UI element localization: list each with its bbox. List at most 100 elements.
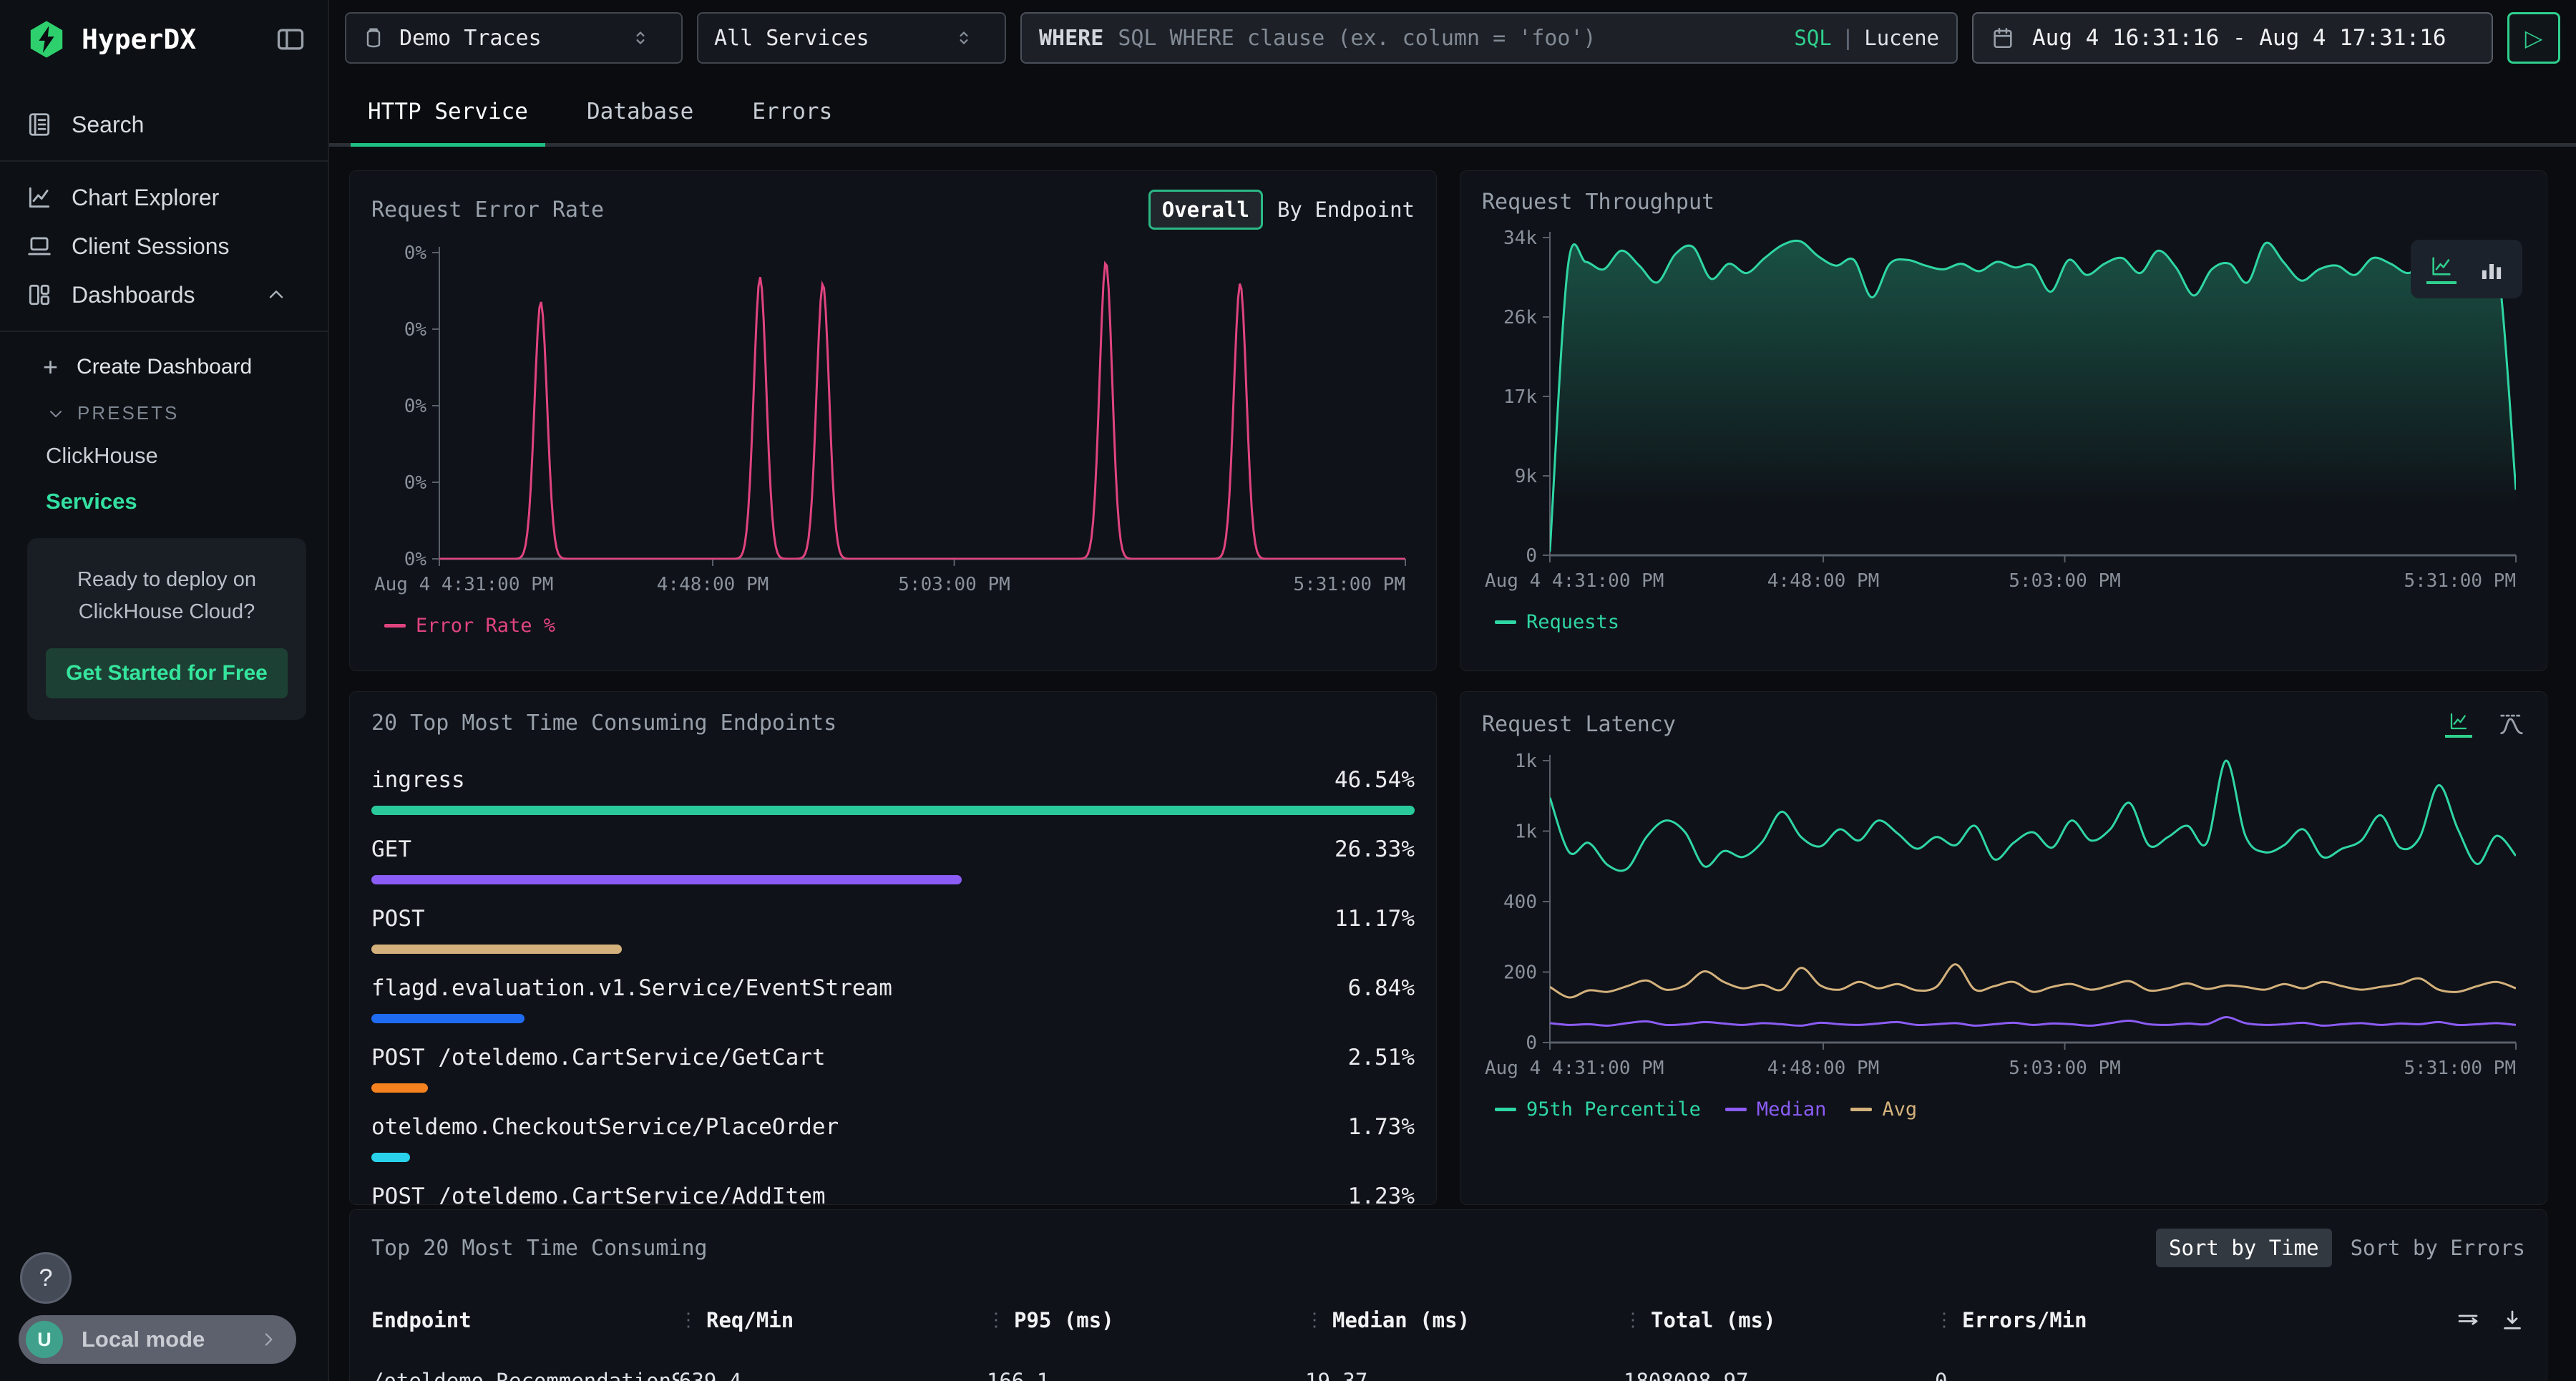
tab-database[interactable]: Database bbox=[570, 83, 711, 143]
error-rate-legend: Error Rate % bbox=[371, 615, 1415, 637]
drag-handle-icon[interactable]: ⋮ bbox=[1935, 1309, 1953, 1331]
time-range-picker[interactable]: Aug 4 16:31:16 - Aug 4 17:31:16 bbox=[1972, 12, 2493, 64]
sort-by-time-button[interactable]: Sort by Time bbox=[2156, 1229, 2332, 1267]
column-label: Total (ms) bbox=[1651, 1308, 1776, 1332]
endpoint-bar bbox=[371, 1083, 428, 1093]
download-icon[interactable] bbox=[2499, 1307, 2525, 1333]
svg-text:5:03:00 PM: 5:03:00 PM bbox=[2009, 1058, 2121, 1079]
wrap-lines-icon[interactable] bbox=[2455, 1307, 2481, 1333]
language-sql-toggle[interactable]: SQL bbox=[1794, 26, 1831, 50]
sidebar-item-chart-explorer[interactable]: Chart Explorer bbox=[0, 173, 328, 222]
run-query-button[interactable]: ▷ bbox=[2507, 12, 2560, 64]
drag-handle-icon[interactable]: ⋮ bbox=[1305, 1309, 1324, 1331]
sidebar: HyperDX Search Chart Explorer Client Sessi… bbox=[0, 0, 329, 1381]
overall-toggle-button[interactable]: Overall bbox=[1148, 190, 1263, 230]
endpoint-label: GET bbox=[371, 836, 411, 862]
column-header-total-ms[interactable]: ⋮ Total (ms) bbox=[1624, 1308, 1935, 1332]
svg-text:0: 0 bbox=[1526, 1033, 1537, 1054]
column-header-median-ms[interactable]: ⋮ Median (ms) bbox=[1305, 1308, 1624, 1332]
svg-text:0%: 0% bbox=[404, 549, 427, 570]
bar-chart-icon[interactable] bbox=[2477, 254, 2507, 284]
endpoint-value: 1.23% bbox=[1348, 1184, 1415, 1205]
tab-errors[interactable]: Errors bbox=[735, 83, 849, 143]
main-content: Demo Traces All Services WHERE SQL | Luc… bbox=[329, 0, 2576, 1381]
get-started-button[interactable]: Get Started for Free bbox=[46, 648, 288, 698]
chevron-up-icon bbox=[265, 283, 288, 306]
svg-text:0: 0 bbox=[1526, 545, 1537, 567]
legend-label: Median bbox=[1757, 1098, 1827, 1121]
sidebar-item-client-sessions[interactable]: Client Sessions bbox=[0, 222, 328, 270]
table-header-row: Top 20 Most Time Consuming Sort by Time … bbox=[371, 1229, 2525, 1267]
presets-heading: PRESETS bbox=[77, 402, 179, 424]
column-header-req-min[interactable]: ⋮Req/Min bbox=[679, 1308, 987, 1332]
svg-text:5:31:00 PM: 5:31:00 PM bbox=[1293, 574, 1405, 595]
brand-row: HyperDX bbox=[0, 0, 328, 79]
user-menu[interactable]: U Local mode bbox=[19, 1315, 296, 1364]
svg-text:0%: 0% bbox=[404, 396, 427, 417]
collapse-sidebar-icon[interactable] bbox=[275, 24, 306, 55]
endpoint-item-ingress[interactable]: ingress46.54% bbox=[371, 767, 1415, 815]
endpoint-bar bbox=[371, 1153, 410, 1162]
language-lucene-toggle[interactable]: Lucene bbox=[1864, 26, 1939, 50]
by-endpoint-toggle-button[interactable]: By Endpoint bbox=[1277, 197, 1415, 222]
histogram-icon[interactable] bbox=[2498, 711, 2525, 738]
endpoint-item-post-oteldemo-cartservice-additem[interactable]: POST /oteldemo.CartService/AddItem 1.23% bbox=[371, 1184, 1415, 1205]
sidebar-item-label: Chart Explorer bbox=[72, 185, 219, 211]
sidebar-item-search[interactable]: Search bbox=[0, 100, 328, 149]
line-chart-icon[interactable] bbox=[2445, 711, 2472, 738]
endpoint-value: 26.33% bbox=[1335, 836, 1415, 862]
table-body: /oteldemo.RecommendationServ639.4166.119… bbox=[371, 1369, 2525, 1381]
column-header-errors-min[interactable]: ⋮Errors/Min bbox=[1935, 1307, 2525, 1333]
column-label: Endpoint bbox=[371, 1308, 472, 1332]
latency-title: Request Latency bbox=[1482, 712, 1676, 737]
endpoint-item-post-oteldemo-cartservice-getcart[interactable]: POST /oteldemo.CartService/GetCart2.51% bbox=[371, 1045, 1415, 1093]
tab-http-service[interactable]: HTTP Service bbox=[351, 83, 545, 143]
service-select-value: All Services bbox=[714, 26, 869, 51]
error-rate-header: Request Error Rate Overall By Endpoint bbox=[371, 190, 1415, 230]
svg-text:5:03:00 PM: 5:03:00 PM bbox=[2009, 570, 2121, 592]
grid-icon bbox=[26, 281, 53, 308]
endpoint-label: POST bbox=[371, 906, 425, 932]
dashboard-grid: Request Error Rate Overall By Endpoint 0… bbox=[329, 152, 2576, 1381]
table-row[interactable]: /oteldemo.RecommendationServ639.4166.119… bbox=[371, 1369, 2525, 1381]
svg-text:4:48:00 PM: 4:48:00 PM bbox=[1767, 1058, 1880, 1079]
sidebar-item-dashboards[interactable]: Dashboards bbox=[0, 270, 328, 319]
promo-line-1: Ready to deploy on bbox=[46, 564, 288, 596]
column-header-endpoint[interactable]: Endpoint bbox=[371, 1308, 679, 1332]
svg-text:0%: 0% bbox=[404, 319, 427, 341]
sort-by-errors-button[interactable]: Sort by Errors bbox=[2351, 1236, 2525, 1260]
presets-toggle[interactable]: PRESETS bbox=[0, 389, 328, 433]
drag-handle-icon[interactable]: ⋮ bbox=[679, 1309, 698, 1331]
data-source-select[interactable]: Demo Traces bbox=[345, 12, 683, 64]
drag-handle-icon[interactable]: ⋮ bbox=[1624, 1309, 1642, 1331]
column-label: Median (ms) bbox=[1332, 1308, 1470, 1332]
table-cell: 1808098.97 bbox=[1624, 1369, 1935, 1381]
where-search-input[interactable] bbox=[1118, 26, 1794, 51]
legend-dash bbox=[1725, 1108, 1747, 1111]
column-header-p95-ms[interactable]: ⋮P95 (ms) bbox=[987, 1308, 1305, 1332]
preset-services[interactable]: Services bbox=[0, 479, 328, 524]
endpoint-item-oteldemo-checkoutservice-placeorder[interactable]: oteldemo.CheckoutService/PlaceOrder1.73% bbox=[371, 1114, 1415, 1162]
endpoint-item-get[interactable]: GET 26.33% bbox=[371, 836, 1415, 884]
endpoint-item-post[interactable]: POST11.17% bbox=[371, 906, 1415, 954]
endpoint-bar bbox=[371, 945, 622, 954]
top-endpoints-header: 20 Top Most Time Consuming Endpoints bbox=[371, 711, 1415, 736]
legend-label: Avg bbox=[1882, 1098, 1917, 1121]
cloud-promo-card: Ready to deploy on ClickHouse Cloud? Get… bbox=[27, 538, 306, 720]
drag-handle-icon[interactable]: ⋮ bbox=[987, 1309, 1005, 1331]
preset-clickhouse[interactable]: ClickHouse bbox=[0, 433, 328, 479]
endpoint-value: 46.54% bbox=[1335, 767, 1415, 793]
endpoint-label: flagd.evaluation.v1.Service/EventStream bbox=[371, 975, 892, 1001]
endpoint-label: POST /oteldemo.CartService/AddItem bbox=[371, 1184, 826, 1205]
chevron-updown-icon bbox=[953, 27, 975, 49]
line-chart-icon[interactable] bbox=[2426, 254, 2457, 284]
service-select[interactable]: All Services bbox=[697, 12, 1006, 64]
sidebar-item-label: Client Sessions bbox=[72, 233, 230, 260]
create-dashboard-button[interactable]: + Create Dashboard bbox=[0, 343, 328, 389]
top-endpoints-title: 20 Top Most Time Consuming Endpoints bbox=[371, 711, 836, 736]
help-button[interactable]: ? bbox=[20, 1252, 72, 1304]
throughput-legend: Requests bbox=[1482, 611, 2525, 633]
time-range-value: Aug 4 16:31:16 - Aug 4 17:31:16 bbox=[2032, 25, 2446, 51]
endpoint-bar bbox=[371, 875, 962, 884]
endpoint-item-flagd-evaluation-v1-service-eventstream[interactable]: flagd.evaluation.v1.Service/EventStream6… bbox=[371, 975, 1415, 1023]
